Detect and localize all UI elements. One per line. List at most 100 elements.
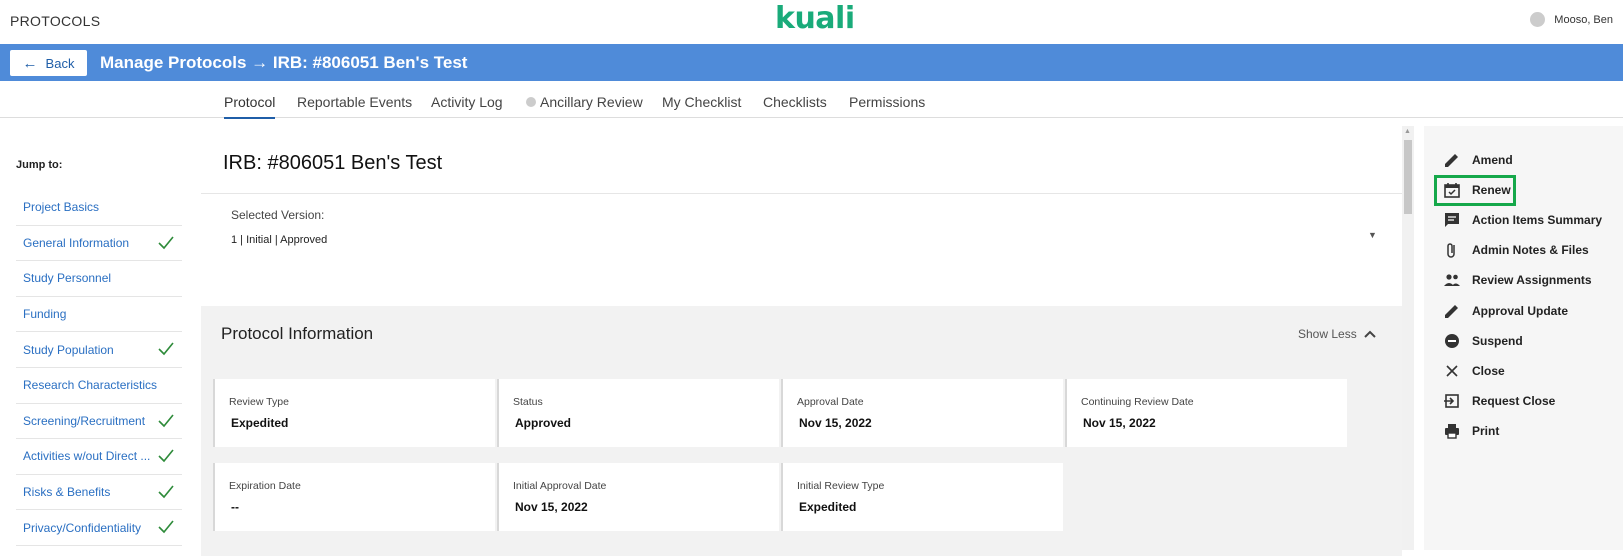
arrow-left-icon: ← [22, 54, 38, 72]
info-card-label: Status [513, 396, 543, 408]
info-card-label: Initial Approval Date [513, 480, 607, 492]
tab-bar: Protocol Reportable Events Activity Log … [0, 81, 1623, 119]
tab-ancillary-review[interactable]: Ancillary Review [526, 94, 643, 110]
chevron-down-icon[interactable]: ▼ [1368, 230, 1377, 240]
info-card: Initial Approval Date Nov 15, 2022 [497, 463, 779, 531]
action-label: Action Items Summary [1472, 213, 1603, 227]
sidebar-item[interactable]: Privacy/Confidentiality [16, 510, 182, 546]
show-less-toggle[interactable]: Show Less [1298, 327, 1377, 341]
info-card: Status Approved [497, 379, 779, 447]
tab-checklists[interactable]: Checklists [763, 94, 827, 110]
sidebar-item-label: Screening/Recruitment [23, 413, 146, 428]
checkmark-icon [158, 520, 174, 534]
sidebar-item[interactable]: Project Basics [16, 190, 182, 226]
action-label: Print [1472, 424, 1500, 438]
action-label: Approval Update [1472, 304, 1569, 318]
scrollbar[interactable]: ▲ [1402, 126, 1414, 550]
sidebar-item[interactable]: Risks & Benefits [16, 475, 182, 511]
info-card: Review Type Expedited [213, 379, 495, 447]
action-label: Close [1472, 364, 1505, 378]
app-title: PROTOCOLS [10, 13, 101, 29]
action-review-assignments[interactable]: Review Assignments [1442, 270, 1592, 290]
sidebar-item-label: Privacy/Confidentiality [23, 520, 142, 535]
sidebar-item[interactable]: Study Population [16, 332, 182, 368]
exit-icon [1442, 391, 1462, 411]
tab-reportable-events[interactable]: Reportable Events [297, 94, 412, 110]
sidebar-item-label: General Information [23, 235, 130, 250]
tab-label: Reportable Events [297, 94, 413, 110]
sidebar-item[interactable]: Activities w/out Direct ... [16, 439, 182, 475]
comment-icon [1442, 210, 1462, 230]
renew-highlight [1434, 175, 1516, 206]
info-card: Continuing Review Date Nov 15, 2022 [1065, 379, 1347, 447]
sidebar-item[interactable]: Funding [16, 297, 182, 333]
page-header: ← Back Manage Protocols → IRB: #806051 B… [0, 44, 1623, 81]
info-card-label: Review Type [229, 396, 289, 408]
info-card-value: Nov 15, 2022 [515, 500, 588, 514]
checkmark-icon [158, 236, 174, 249]
checkmark-icon [158, 414, 174, 427]
info-card: Approval Date Nov 15, 2022 [781, 379, 1063, 447]
checkmark-icon [158, 485, 174, 498]
sidebar-item-label: Study Personnel [23, 271, 112, 286]
info-card-value: Expedited [799, 500, 857, 514]
back-button[interactable]: ← Back [10, 50, 87, 76]
tab-protocol[interactable]: Protocol [224, 94, 276, 119]
tab-label: Checklists [763, 94, 827, 110]
info-card-label: Approval Date [797, 396, 864, 408]
sidebar-item[interactable]: General Information [16, 226, 182, 262]
action-request-close[interactable]: Request Close [1442, 391, 1555, 411]
action-amend[interactable]: Amend [1442, 150, 1513, 170]
version-label: Selected Version: [231, 208, 325, 222]
sidebar-item[interactable]: Study Personnel [16, 261, 182, 297]
tab-activity-log[interactable]: Activity Log [431, 94, 503, 110]
avatar [1530, 12, 1546, 27]
info-card-label: Expiration Date [229, 480, 301, 492]
info-card-label: Continuing Review Date [1081, 396, 1194, 408]
main-content: IRB: #806051 Ben's Test Selected Version… [201, 126, 1402, 556]
sidebar-item-label: Study Population [23, 342, 114, 357]
pencil-icon [1442, 150, 1462, 170]
info-card-label: Initial Review Type [797, 480, 885, 492]
action-suspend[interactable]: Suspend [1442, 331, 1523, 351]
tab-my-checklist[interactable]: My Checklist [662, 94, 741, 110]
scroll-thumb[interactable] [1404, 140, 1412, 214]
info-card-value: Nov 15, 2022 [1083, 416, 1156, 430]
action-print[interactable]: Print [1442, 421, 1499, 441]
top-bar: PROTOCOLS kuali Mooso, Ben [0, 0, 1623, 44]
section-nav: Project Basics General Information Study P… [16, 190, 182, 546]
action-action-items-summary[interactable]: Action Items Summary [1442, 210, 1602, 230]
protocol-information-panel: Protocol Information Show Less Review Ty… [201, 306, 1402, 556]
sidebar-item[interactable]: Research Characteristics [16, 368, 182, 404]
jump-to-label: Jump to: [16, 159, 63, 171]
info-card: Initial Review Type Expedited [781, 463, 1063, 531]
user-menu[interactable]: Mooso, Ben [1530, 12, 1613, 27]
tab-label: Activity Log [431, 94, 503, 110]
tab-label: My Checklist [662, 94, 742, 110]
action-label: Amend [1472, 153, 1513, 167]
printer-icon [1442, 421, 1462, 441]
scroll-up-icon[interactable]: ▲ [1404, 128, 1411, 135]
action-admin-notes-files[interactable]: Admin Notes & Files [1442, 240, 1589, 260]
sidebar-item-label: Activities w/out Direct ... [23, 449, 151, 464]
version-select[interactable]: 1 | Initial | Approved [231, 234, 327, 246]
tab-label: Permissions [849, 94, 926, 110]
action-approval-update[interactable]: Approval Update [1442, 301, 1568, 321]
paperclip-icon [1442, 240, 1462, 260]
action-label: Suspend [1472, 334, 1523, 348]
show-less-label: Show Less [1298, 327, 1357, 341]
sidebar-item-label: Risks & Benefits [23, 485, 111, 500]
page-title: Manage Protocols → IRB: #806051 Ben's Te… [100, 53, 468, 72]
sidebar-item-label: Project Basics [23, 200, 100, 215]
action-close[interactable]: Close [1442, 361, 1505, 381]
status-dot-icon [526, 97, 536, 107]
people-icon [1442, 270, 1462, 290]
kuali-logo[interactable]: kuali [775, 1, 855, 36]
tab-permissions[interactable]: Permissions [849, 94, 925, 110]
close-icon [1442, 361, 1462, 381]
sidebar-item-label: Funding [23, 307, 67, 322]
sidebar-item-label: Research Characteristics [23, 378, 158, 393]
sidebar-item[interactable]: Screening/Recruitment [16, 404, 182, 440]
pencil-icon [1442, 301, 1462, 321]
action-label: Review Assignments [1472, 273, 1592, 287]
